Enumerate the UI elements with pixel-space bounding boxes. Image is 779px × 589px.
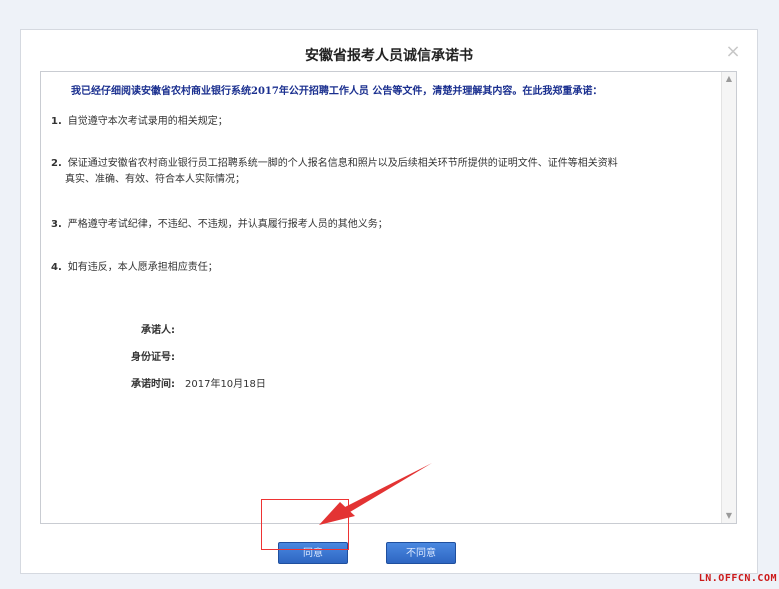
promisor-row: 承诺人: (123, 321, 185, 336)
site-watermark: LN.OFFCN.COM (698, 573, 777, 584)
clause-number: 2. (51, 158, 62, 169)
clause-4: 4. 如有违反，本人愿承担相应责任； (51, 260, 691, 276)
clause-number: 1. (51, 116, 62, 127)
clause-text: 如有违反，本人愿承担相应责任； (67, 262, 218, 273)
annotation-highlight-box (261, 499, 349, 550)
commit-time-label: 承诺时间: (131, 379, 175, 390)
clause-1: 1. 自觉遵守本次考试录用的相关规定； (51, 114, 691, 130)
commit-time-row: 承诺时间: 2017年10月18日 (123, 375, 266, 390)
letter-content-box: 我已经仔细阅读安徽省农村商业银行系统2017年公开招聘工作人员 公告等文件，清楚… (40, 71, 737, 524)
letter-intro: 我已经仔细阅读安徽省农村商业银行系统2017年公开招聘工作人员 公告等文件，清楚… (71, 86, 603, 97)
clause-number: 4. (51, 262, 62, 273)
clause-text: 严格遵守考试纪律，不违纪、不违规，并认真履行报考人员的其他义务； (67, 219, 388, 230)
dialog-title: 安徽省报考人员诚信承诺书 (305, 48, 473, 64)
clause-3: 3. 严格遵守考试纪律，不违纪、不违规，并认真履行报考人员的其他义务； (51, 217, 691, 233)
scroll-up-arrow-icon[interactable]: ▲ (722, 72, 736, 86)
promisor-label: 承诺人: (141, 325, 175, 336)
scroll-down-arrow-icon[interactable]: ▼ (722, 509, 736, 523)
clause-number: 3. (51, 219, 62, 230)
close-icon[interactable]: × (725, 43, 741, 61)
id-number-label: 身份证号: (131, 352, 175, 363)
clause-2: 2. 保证通过安徽省农村商业银行员工招聘系统一脚的个人报名信息和照片以及后续相关环… (51, 156, 691, 188)
vertical-scrollbar[interactable]: ▲ ▼ (721, 72, 736, 523)
clause-text: 保证通过安徽省农村商业银行员工招聘系统一脚的个人报名信息和照片以及后续相关环节所… (67, 158, 618, 169)
clause-text: 自觉遵守本次考试录用的相关规定； (67, 116, 228, 127)
disagree-button[interactable]: 不同意 (386, 542, 456, 564)
clause-text-continued: 真实、准确、有效、符合本人实际情况； (65, 174, 245, 185)
commit-time-value: 2017年10月18日 (185, 379, 266, 390)
letter-scroll-area[interactable]: 我已经仔细阅读安徽省农村商业银行系统2017年公开招聘工作人员 公告等文件，清楚… (41, 72, 721, 523)
id-number-row: 身份证号: (123, 348, 185, 363)
commitment-dialog: 安徽省报考人员诚信承诺书 × 我已经仔细阅读安徽省农村商业银行系统2017年公开… (20, 29, 758, 574)
